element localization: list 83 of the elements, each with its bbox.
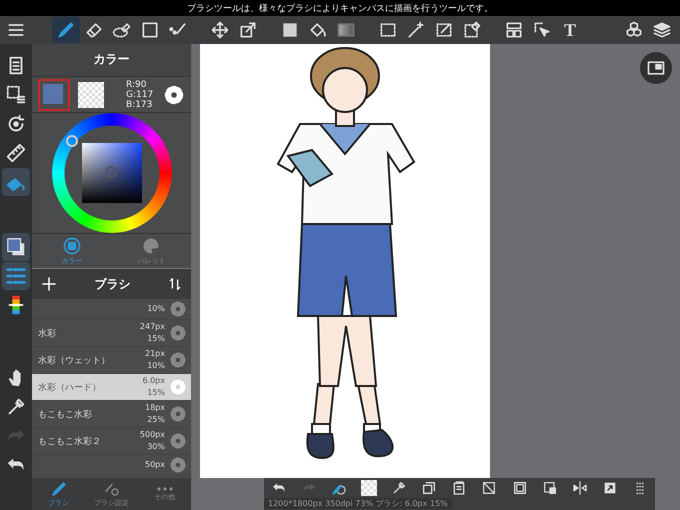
- gear-icon: [163, 84, 185, 106]
- color-circle-icon: [62, 236, 82, 256]
- paste-icon: [451, 480, 468, 496]
- list-icon: [5, 265, 27, 287]
- panel-title: カラー: [32, 44, 191, 77]
- brush-opacity: 15%: [147, 333, 165, 345]
- brush-tool-button[interactable]: [52, 17, 80, 43]
- saturation-value-square[interactable]: [82, 143, 142, 204]
- primary-color-swatch[interactable]: [38, 78, 70, 110]
- square-icon: [140, 20, 160, 40]
- tool-hint: ブラシツールは、様々なブラシによりキャンバスに描画を行うツールです。: [187, 2, 493, 14]
- brush-size: 21px: [145, 348, 165, 360]
- canvas-status-text: 1200*1800px 350dpi 73% ブラシ: 6.0px 15%: [264, 498, 452, 509]
- brush-list-item[interactable]: 水彩 247px 15%: [32, 320, 191, 347]
- select-shape-icon: [542, 480, 558, 496]
- layout-icon: [504, 20, 524, 40]
- select-eraser-icon: [462, 20, 482, 40]
- select-all-button[interactable]: [512, 480, 528, 496]
- square-arrow-button[interactable]: [602, 480, 618, 496]
- copy-button[interactable]: [421, 480, 438, 496]
- flip-icon: [572, 480, 588, 496]
- brush-icon: [50, 480, 68, 498]
- dots-icon: [156, 486, 174, 492]
- brush-size: 6.0px: [142, 375, 165, 387]
- plus-icon: [40, 275, 58, 293]
- brush-size: 500px: [140, 429, 165, 441]
- brush-size: 18px: [145, 402, 165, 414]
- brush-name: もこもこ水彩: [38, 410, 92, 420]
- rgb-values: R:90 G:117 B:173: [126, 80, 154, 110]
- brush-list-item[interactable]: 水彩（ハード） 6.0px 15%: [32, 374, 191, 401]
- deselect-icon: [481, 480, 498, 496]
- eyedropper-icon: [391, 480, 408, 496]
- deselect-button[interactable]: [481, 480, 498, 496]
- brush-opacity: 25%: [147, 414, 165, 426]
- gear-icon: [169, 351, 187, 369]
- brush-name: 水彩: [38, 328, 56, 338]
- layers-icon: [652, 20, 672, 40]
- brush-list-item[interactable]: 10%: [32, 299, 191, 320]
- flip-button[interactable]: [572, 480, 588, 496]
- select-shape-button[interactable]: [542, 480, 558, 496]
- brush-name: 水彩（ハード）: [38, 382, 101, 392]
- color-swatch-button[interactable]: [361, 480, 378, 496]
- bucket-button[interactable]: [2, 168, 30, 196]
- brush-name: 水彩（ウェット）: [38, 356, 110, 366]
- eyedropper-button[interactable]: [391, 480, 408, 496]
- color-swatch-icon: [5, 236, 27, 258]
- brush-icon: [56, 20, 76, 40]
- transparent-color-swatch[interactable]: [78, 82, 104, 108]
- color-picker-handle[interactable]: [105, 166, 117, 178]
- brush-opacity: 15%: [147, 387, 165, 399]
- sort-button[interactable]: [167, 276, 183, 292]
- brush-opacity: 10%: [147, 360, 165, 372]
- gear-icon: [169, 300, 187, 318]
- ruler-icon: [5, 142, 27, 164]
- transform-icon: [238, 20, 258, 40]
- gear-icon: [169, 456, 187, 474]
- gear-icon: [169, 405, 187, 423]
- magic-wand-icon: [406, 20, 426, 40]
- gear-icon: [169, 378, 187, 396]
- brush-size: 50px: [145, 459, 165, 471]
- copy-icon: [421, 480, 438, 496]
- layer-panel-button[interactable]: [640, 52, 672, 84]
- brush-size: 247px: [140, 321, 165, 333]
- sort-icon: [167, 276, 183, 292]
- selection-list-icon: [5, 84, 27, 106]
- palette-icon: [141, 236, 162, 256]
- brush-list-item[interactable]: 50px: [32, 455, 191, 476]
- gear-icon: [169, 324, 187, 342]
- text-tool-button[interactable]: T: [556, 17, 584, 43]
- brush-opacity: 10%: [147, 303, 165, 315]
- panel-title: ブラシ: [94, 276, 130, 292]
- move-icon: [210, 20, 230, 40]
- brush-list-item[interactable]: もこもこ水彩２ 500px 30%: [32, 428, 191, 455]
- color-swatch-button[interactable]: [2, 233, 30, 261]
- select-all-icon: [512, 480, 528, 496]
- brush-opacity: 30%: [147, 441, 165, 453]
- brush-list-item[interactable]: もこもこ水彩 18px 25%: [32, 401, 191, 428]
- brush-name: もこもこ水彩２: [38, 436, 101, 446]
- hue-handle[interactable]: [66, 135, 78, 148]
- gear-icon: [169, 432, 187, 450]
- paste-button[interactable]: [451, 480, 468, 496]
- list-button[interactable]: [2, 262, 30, 290]
- transparent-swatch-icon: [361, 480, 378, 496]
